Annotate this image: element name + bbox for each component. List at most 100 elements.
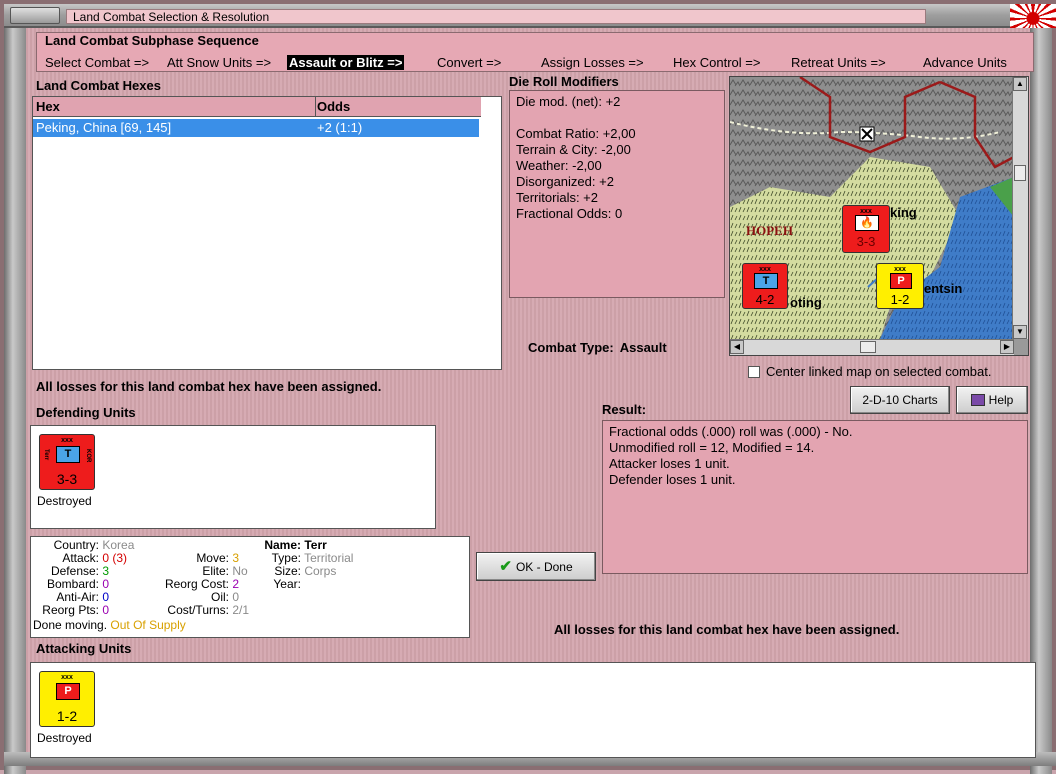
result-line: Fractional odds (.000) roll was (.000) -… bbox=[609, 424, 853, 439]
map-label-paoting: oting bbox=[790, 295, 822, 310]
unit-side-label-right: KOR bbox=[85, 449, 91, 463]
modifier-line: Territorials: +2 bbox=[516, 190, 598, 205]
result-line: Unmodified roll = 12, Modified = 14. bbox=[609, 440, 815, 455]
hex-list-row[interactable]: Peking, China [69, 145] +2 (1:1) bbox=[33, 119, 479, 137]
year-label: Year: bbox=[273, 577, 301, 591]
checkbox-box[interactable] bbox=[748, 366, 760, 378]
checkmark-icon: ✔ bbox=[499, 558, 512, 575]
elite-value: No bbox=[232, 564, 248, 578]
type-value: Territorial bbox=[304, 551, 354, 565]
center-map-label: Center linked map on selected combat. bbox=[766, 364, 992, 379]
subphase-sequence-panel: Land Combat Subphase Sequence Select Com… bbox=[36, 32, 1034, 72]
losses-status-top: All losses for this land combat hex have… bbox=[36, 379, 382, 394]
result-title: Result: bbox=[602, 402, 647, 417]
charts-button[interactable]: 2-D-10 Charts bbox=[850, 386, 950, 414]
hex-list-header: Hex Odds bbox=[33, 97, 481, 117]
center-map-checkbox[interactable]: Center linked map on selected combat. bbox=[748, 364, 991, 379]
land-combat-hexes-title: Land Combat Hexes bbox=[36, 78, 161, 93]
map-label-tientsin: entsin bbox=[924, 281, 963, 296]
map-unit-attacked-territorial[interactable]: xxx 🔥 3-3 bbox=[842, 205, 890, 253]
help-book-icon bbox=[970, 394, 985, 406]
subphase-sequence-title: Land Combat Subphase Sequence bbox=[45, 33, 259, 48]
unit-strength: 4-2 bbox=[755, 292, 775, 307]
modifier-line: Disorganized: +2 bbox=[516, 174, 614, 189]
column-header-odds[interactable]: Odds bbox=[317, 99, 350, 114]
scroll-thumb[interactable] bbox=[1014, 165, 1026, 181]
system-menu-button[interactable] bbox=[10, 7, 60, 24]
step-hex-control: Hex Control => bbox=[673, 55, 761, 70]
modifier-line bbox=[516, 110, 718, 126]
combat-type-label: Combat Type: bbox=[528, 340, 614, 355]
result-box: Fractional odds (.000) roll was (.000) -… bbox=[602, 420, 1028, 574]
country-value: Korea bbox=[102, 538, 135, 552]
territorial-symbol-icon: T bbox=[56, 446, 80, 463]
reorg-pts-label: Reorg Pts: bbox=[42, 603, 99, 617]
oil-value: 0 bbox=[232, 590, 240, 604]
scroll-down-icon[interactable]: ▼ bbox=[1013, 325, 1027, 339]
ok-done-label: OK - Done bbox=[515, 560, 573, 574]
attacking-unit-counter[interactable]: xxx P 1-2 bbox=[39, 671, 95, 727]
unit-info-panel: Country: Korea Attack: 0 (3) Defense: 3 … bbox=[30, 536, 470, 638]
defending-unit-counter[interactable]: xxx Terr T KOR 3-3 bbox=[39, 434, 95, 490]
cost-turns-value: 2/1 bbox=[232, 603, 250, 617]
map-vertical-scrollbar[interactable]: ▲ ▼ bbox=[1012, 77, 1028, 339]
help-button[interactable]: Help bbox=[956, 386, 1028, 414]
map-label-peking: king bbox=[890, 205, 917, 220]
modifier-line: Fractional Odds: 0 bbox=[516, 206, 623, 221]
antiair-value: 0 bbox=[102, 590, 110, 604]
map-label-hopeh: HOPEH bbox=[746, 223, 793, 238]
combat-type-value: Assault bbox=[619, 340, 667, 355]
die-roll-modifiers-box: Die mod. (net): +2 Combat Ratio: +2,00 T… bbox=[509, 90, 725, 298]
subphase-steps: Select Combat => Att Snow Units => Assau… bbox=[43, 55, 1033, 71]
territorial-symbol-icon: T bbox=[754, 273, 778, 289]
unit-strength: 1-2 bbox=[890, 292, 910, 307]
result-line: Defender loses 1 unit. bbox=[609, 472, 736, 487]
partisan-symbol-icon: P bbox=[890, 273, 912, 289]
unit-strength: 3-3 bbox=[856, 234, 876, 249]
land-combat-hexes-list[interactable]: Hex Odds Peking, China [69, 145] +2 (1:1… bbox=[32, 96, 502, 370]
combat-type: Combat Type: Assault bbox=[528, 340, 667, 355]
column-header-hex[interactable]: Hex bbox=[36, 99, 60, 114]
step-advance-units: Advance Units bbox=[923, 55, 1007, 70]
help-button-label: Help bbox=[988, 393, 1014, 407]
modifier-line: Combat Ratio: +2,00 bbox=[516, 126, 636, 141]
attacking-unit-status: Destroyed bbox=[37, 731, 92, 745]
modifier-line: Die mod. (net): +2 bbox=[516, 94, 621, 109]
attacking-units-panel: xxx P 1-2 Destroyed bbox=[30, 662, 1036, 758]
hex-cell: Peking, China [69, 145] bbox=[36, 120, 172, 135]
map-horizontal-scrollbar[interactable]: ◀ ▶ bbox=[730, 339, 1014, 355]
die-roll-modifiers-title: Die Roll Modifiers bbox=[509, 74, 619, 89]
attack-extra-value: (3) bbox=[112, 551, 128, 565]
attacking-units-title: Attacking Units bbox=[36, 641, 132, 656]
cost-turns-label: Cost/Turns: bbox=[167, 603, 229, 617]
reorg-cost-value: 2 bbox=[232, 577, 240, 591]
defending-unit-status: Destroyed bbox=[37, 494, 92, 508]
step-assault-or-blitz: Assault or Blitz => bbox=[287, 55, 405, 70]
result-line: Attacker loses 1 unit. bbox=[609, 456, 730, 471]
scroll-right-icon[interactable]: ▶ bbox=[1000, 340, 1014, 354]
unit-strength: 3-3 bbox=[56, 471, 78, 487]
losses-status-bottom: All losses for this land combat hex have… bbox=[554, 622, 900, 637]
unit-side-label-left: Terr bbox=[43, 449, 49, 461]
scroll-thumb[interactable] bbox=[860, 341, 876, 353]
bombard-value: 0 bbox=[102, 577, 110, 591]
attack-value: 0 bbox=[102, 551, 110, 565]
window-frame: Land Combat Selection & Resolution Land … bbox=[0, 0, 1056, 774]
partisan-symbol-icon: P bbox=[56, 683, 80, 700]
column-divider bbox=[315, 97, 316, 117]
reorg-pts-value: 0 bbox=[102, 603, 110, 617]
scroll-up-icon[interactable]: ▲ bbox=[1013, 77, 1027, 91]
size-value: Corps bbox=[304, 564, 337, 578]
odds-cell: +2 (1:1) bbox=[317, 120, 363, 135]
unit-size-label: xxx bbox=[61, 437, 73, 444]
name-value: Terr bbox=[304, 538, 327, 552]
window-title: Land Combat Selection & Resolution bbox=[66, 9, 926, 24]
step-att-snow-units: Att Snow Units => bbox=[167, 55, 272, 70]
linked-map-view[interactable]: HOPEH king entsin oting xxx 🔥 3-3 xxx T … bbox=[729, 76, 1029, 356]
scroll-left-icon[interactable]: ◀ bbox=[730, 340, 744, 354]
defending-units-panel: xxx Terr T KOR 3-3 Destroyed bbox=[30, 425, 436, 529]
map-unit-red-territorial[interactable]: xxx T 4-2 bbox=[742, 263, 788, 309]
ok-done-button[interactable]: ✔ OK - Done bbox=[476, 552, 596, 581]
map-unit-yellow-partisan[interactable]: xxx P 1-2 bbox=[876, 263, 924, 309]
done-moving-label: Done moving. bbox=[33, 618, 108, 632]
